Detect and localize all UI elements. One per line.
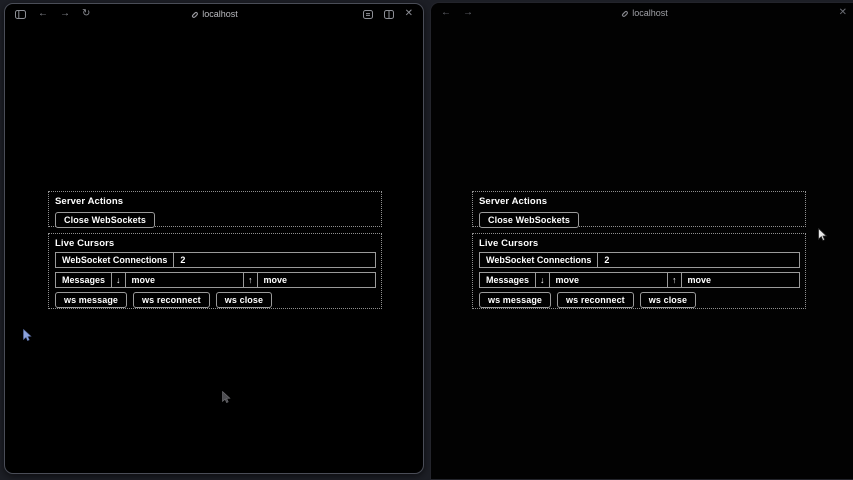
- connections-label: WebSocket Connections: [56, 253, 174, 267]
- forward-icon[interactable]: →: [463, 8, 473, 18]
- close-websockets-button[interactable]: Close WebSockets: [55, 212, 155, 228]
- window-controls: ✕: [363, 9, 413, 19]
- link-icon: [620, 9, 628, 17]
- link-icon: [190, 10, 198, 18]
- live-cursors-title: Live Cursors: [55, 238, 376, 249]
- connections-count: 2: [174, 253, 375, 267]
- ws-buttons-row: ws message ws reconnect ws close: [55, 292, 376, 308]
- split-view-icon[interactable]: [384, 10, 394, 19]
- back-icon[interactable]: ←: [441, 8, 451, 18]
- server-actions-title: Server Actions: [479, 196, 800, 207]
- window-controls: ✕: [839, 8, 847, 18]
- close-websockets-button[interactable]: Close WebSockets: [479, 212, 579, 228]
- ws-buttons-row: ws message ws reconnect ws close: [479, 292, 800, 308]
- browser-window-right: ← → localhost ✕ Server Actions Close Web…: [430, 2, 853, 480]
- messages-row: Messages ↓ move ↑ move: [55, 272, 376, 288]
- connections-row: WebSocket Connections 2: [479, 252, 800, 268]
- server-actions-panel: Server Actions Close WebSockets: [48, 191, 382, 227]
- ws-message-button[interactable]: ws message: [55, 292, 127, 308]
- forward-icon[interactable]: →: [60, 9, 70, 19]
- nav-controls: ← →: [441, 8, 473, 18]
- ws-close-button[interactable]: ws close: [640, 292, 696, 308]
- address-bar[interactable]: localhost: [431, 3, 853, 23]
- page-url: localhost: [202, 9, 238, 19]
- ws-reconnect-button[interactable]: ws reconnect: [557, 292, 634, 308]
- titlebar[interactable]: ← → ↻ localhost ✕: [5, 4, 423, 24]
- connections-label: WebSocket Connections: [480, 253, 598, 267]
- live-cursors-panel: Live Cursors WebSocket Connections 2 Mes…: [472, 233, 806, 309]
- sidebar-toggle-icon[interactable]: [15, 10, 26, 19]
- back-icon[interactable]: ←: [38, 9, 48, 19]
- server-actions-panel: Server Actions Close WebSockets: [472, 191, 806, 227]
- browser-window-left: ← → ↻ localhost ✕ Server Actions Close W…: [4, 3, 424, 474]
- connections-row: WebSocket Connections 2: [55, 252, 376, 268]
- outgoing-message: move: [682, 273, 799, 287]
- messages-label: Messages: [480, 273, 536, 287]
- close-icon[interactable]: ✕: [839, 8, 847, 18]
- incoming-arrow-icon: ↓: [536, 273, 550, 287]
- reload-icon[interactable]: ↻: [82, 9, 90, 19]
- desktop: { "icons": { "back": "←", "forward": "→"…: [0, 0, 853, 480]
- connections-count: 2: [598, 253, 799, 267]
- server-actions-title: Server Actions: [55, 196, 376, 207]
- outgoing-arrow-icon: ↑: [244, 273, 258, 287]
- ws-reconnect-button[interactable]: ws reconnect: [133, 292, 210, 308]
- incoming-message: move: [126, 273, 244, 287]
- page-url: localhost: [632, 8, 668, 18]
- titlebar[interactable]: ← → localhost ✕: [431, 3, 853, 23]
- live-cursors-title: Live Cursors: [479, 238, 800, 249]
- incoming-arrow-icon: ↓: [112, 273, 126, 287]
- close-icon[interactable]: ✕: [405, 9, 413, 19]
- reader-view-icon[interactable]: [363, 10, 373, 19]
- ws-message-button[interactable]: ws message: [479, 292, 551, 308]
- incoming-message: move: [550, 273, 668, 287]
- outgoing-message: move: [258, 273, 375, 287]
- outgoing-arrow-icon: ↑: [668, 273, 682, 287]
- nav-controls: ← → ↻: [15, 9, 90, 19]
- messages-label: Messages: [56, 273, 112, 287]
- messages-row: Messages ↓ move ↑ move: [479, 272, 800, 288]
- ws-close-button[interactable]: ws close: [216, 292, 272, 308]
- live-cursors-panel: Live Cursors WebSocket Connections 2 Mes…: [48, 233, 382, 309]
